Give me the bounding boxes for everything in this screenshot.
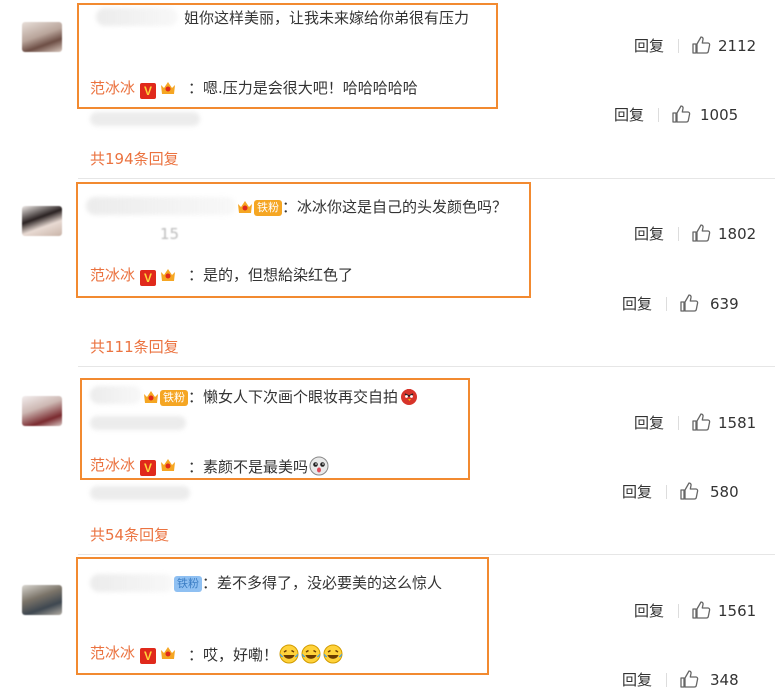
commenter-avatar[interactable] <box>22 206 62 236</box>
view-all-replies-link[interactable]: 共111条回复 <box>90 337 179 357</box>
reply-button[interactable]: 回复 <box>622 482 652 502</box>
divider <box>666 485 667 499</box>
like-count: 1005 <box>700 106 739 124</box>
reply-button[interactable]: 回复 <box>634 224 664 244</box>
reply-text: ：嗯.压力是会很大吧！哈哈哈哈哈 <box>188 79 418 97</box>
divider <box>78 554 775 555</box>
reply-text-row: ：素颜不是最美吗 <box>188 455 330 477</box>
reply-author-name[interactable]: 范冰冰 <box>90 644 135 662</box>
view-all-replies-link[interactable]: 共194条回复 <box>90 149 179 169</box>
reply-author-row: 范冰冰 V <box>90 455 177 476</box>
reply-button[interactable]: 回复 <box>634 36 664 56</box>
thumbs-up-icon[interactable] <box>679 481 699 501</box>
comment-feed: 姐你这样美丽，让我未来嫁给你弟很有压力 回复 2112 范冰冰 V ：嗯.压力是会… <box>0 0 775 697</box>
divider <box>658 108 659 122</box>
reply-button[interactable]: 回复 <box>622 670 652 690</box>
reply-button[interactable]: 回复 <box>634 413 664 433</box>
like-count: 580 <box>710 483 739 501</box>
divider <box>666 297 667 311</box>
divider <box>678 416 679 430</box>
like-count: 348 <box>710 671 739 689</box>
reply-text-row: ：哎，好嘞！ <box>188 643 344 665</box>
cute-face-emoji-icon <box>309 456 329 476</box>
reply-author-name[interactable]: 范冰冰 <box>90 266 135 284</box>
crown-badge-icon <box>161 82 176 94</box>
reply-button[interactable]: 回复 <box>614 105 644 125</box>
divider <box>678 604 679 618</box>
divider <box>678 227 679 241</box>
reply-author-name[interactable]: 范冰冰 <box>90 79 135 97</box>
crown-badge-icon <box>161 459 176 471</box>
divider <box>78 366 775 367</box>
commenter-avatar[interactable] <box>22 22 62 52</box>
reply-text: ：是的，但想給染红色了 <box>188 266 354 284</box>
commenter-avatar[interactable] <box>22 585 62 615</box>
reply-text: ：素颜不是最美吗 <box>188 458 309 476</box>
reply-author-name[interactable]: 范冰冰 <box>90 456 135 474</box>
thumbs-up-icon[interactable] <box>691 412 711 432</box>
crown-badge-icon <box>161 269 176 281</box>
verified-v-icon: V <box>140 648 157 664</box>
reply-time-blurred <box>90 486 190 500</box>
thumbs-up-icon[interactable] <box>691 600 711 620</box>
reply-time-blurred <box>90 112 200 126</box>
reply-author-row: 范冰冰 V <box>90 265 177 286</box>
thumbs-up-icon[interactable] <box>679 669 699 689</box>
reply-author-row: 范冰冰 V <box>90 643 177 664</box>
verified-v-icon: V <box>140 270 157 286</box>
thumbs-up-icon[interactable] <box>671 104 691 124</box>
like-count: 1561 <box>718 602 757 620</box>
divider <box>78 178 775 179</box>
verified-v-icon: V <box>140 83 157 99</box>
like-count: 2112 <box>718 37 757 55</box>
like-count: 1802 <box>718 225 757 243</box>
verified-v-icon: V <box>140 460 157 476</box>
laughing-tears-emoji-icon <box>323 644 343 664</box>
reply-button[interactable]: 回复 <box>634 601 664 621</box>
commenter-avatar[interactable] <box>22 396 62 426</box>
thumbs-up-icon[interactable] <box>679 293 699 313</box>
reply-button[interactable]: 回复 <box>622 294 652 314</box>
divider <box>666 673 667 687</box>
reply-text: ：哎，好嘞！ <box>188 646 279 664</box>
thumbs-up-icon[interactable] <box>691 223 711 243</box>
laughing-tears-emoji-icon <box>279 644 299 664</box>
view-all-replies-link[interactable]: 共54条回复 <box>90 525 169 545</box>
thumbs-up-icon[interactable] <box>691 35 711 55</box>
reply-author-row: 范冰冰 V <box>90 78 177 99</box>
like-count: 1581 <box>718 414 757 432</box>
comment-time-faded: 15 <box>160 225 180 243</box>
crown-badge-icon <box>161 647 176 659</box>
laughing-tears-emoji-icon <box>301 644 321 664</box>
divider <box>678 39 679 53</box>
like-count: 639 <box>710 295 739 313</box>
